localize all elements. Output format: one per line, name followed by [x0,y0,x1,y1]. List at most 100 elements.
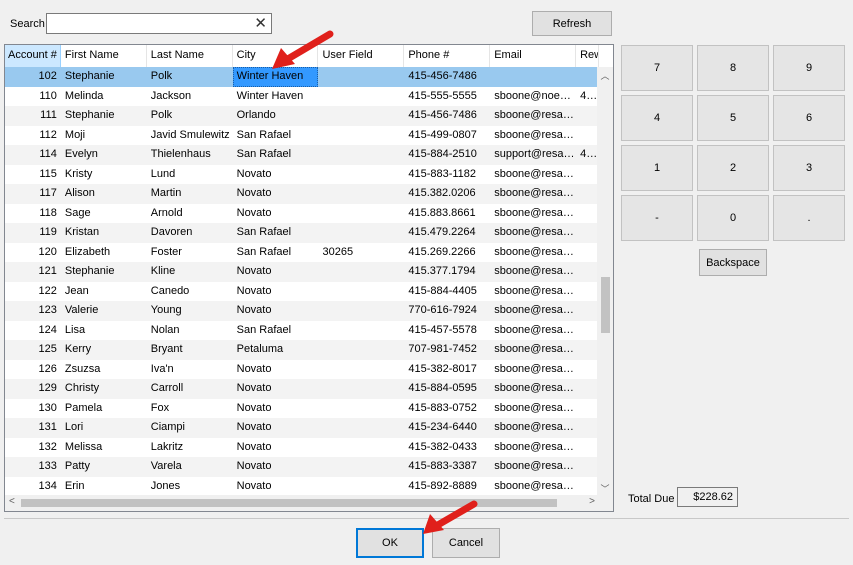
cell-account[interactable]: 123 [5,301,61,321]
cell-city[interactable]: Novato [233,457,319,477]
cell-city[interactable]: Novato [233,360,319,380]
cell-account[interactable]: 125 [5,340,61,360]
cell-reward[interactable] [576,223,599,243]
cell-user-field[interactable] [318,379,404,399]
cell-account[interactable]: 134 [5,477,61,497]
column-header-last-name[interactable]: Last Name [146,45,233,67]
cell-city[interactable]: Novato [233,379,319,399]
cell-first-name[interactable]: Stephanie [61,106,147,126]
cell-reward[interactable] [576,262,599,282]
table-row[interactable]: 121 Stephanie Kline Novato 415.377.1794 sboon… [5,262,599,282]
cell-user-field[interactable] [318,165,404,185]
cell-reward[interactable]: 4078 [576,87,599,107]
keypad-key-5[interactable]: 5 [697,95,769,141]
cell-account[interactable]: 112 [5,126,61,146]
cell-first-name[interactable]: Zsuzsa [61,360,147,380]
cell-reward[interactable] [576,67,599,87]
cell-account[interactable]: 122 [5,282,61,302]
cell-email[interactable]: sboone@resale... [490,321,576,341]
cell-last-name[interactable]: Lakritz [147,438,233,458]
cell-email[interactable]: sboone@resale... [490,418,576,438]
cell-account[interactable]: 118 [5,204,61,224]
cell-city[interactable]: Novato [233,262,319,282]
cell-account[interactable]: 102 [5,67,61,87]
cell-city[interactable]: San Rafael [233,126,319,146]
search-input[interactable] [47,14,247,33]
cell-last-name[interactable]: Iva'n [147,360,233,380]
cell-account[interactable]: 114 [5,145,61,165]
cell-first-name[interactable]: Alison [61,184,147,204]
cell-last-name[interactable]: Ciampi [147,418,233,438]
table-row[interactable]: 120 Elizabeth Foster San Rafael 30265 415.269… [5,243,599,263]
table-row[interactable]: 126 Zsuzsa Iva'n Novato 415-382-8017 sboone@r… [5,360,599,380]
cell-first-name[interactable]: Jean [61,282,147,302]
cell-user-field[interactable] [318,340,404,360]
ok-button[interactable]: OK [356,528,424,558]
cell-city[interactable]: Novato [233,418,319,438]
cell-email[interactable]: sboone@resale... [490,204,576,224]
cell-reward[interactable] [576,379,599,399]
cell-reward[interactable] [576,126,599,146]
cell-phone[interactable]: 415-456-7486 [404,106,490,126]
keypad-key-9[interactable]: 9 [773,45,845,91]
cell-phone[interactable]: 415.883.8661 [404,204,490,224]
cell-last-name[interactable]: Young [147,301,233,321]
cell-last-name[interactable]: Davoren [147,223,233,243]
table-row[interactable]: 119 Kristan Davoren San Rafael 415.479.2264 s… [5,223,599,243]
column-header-email[interactable]: Email [490,45,577,67]
cell-first-name[interactable]: Christy [61,379,147,399]
cell-phone[interactable]: 415.479.2264 [404,223,490,243]
cell-email[interactable]: sboone@resale... [490,360,576,380]
cell-email[interactable]: sboone@resale... [490,457,576,477]
cell-last-name[interactable]: Kline [147,262,233,282]
keypad-key-1[interactable]: 1 [621,145,693,191]
cell-last-name[interactable]: Polk [147,106,233,126]
cell-account[interactable]: 133 [5,457,61,477]
scroll-up-icon[interactable]: ︿ [597,69,613,82]
scroll-left-icon[interactable]: < [9,496,15,507]
cell-user-field[interactable] [318,262,404,282]
cell-phone[interactable]: 415.382.0206 [404,184,490,204]
cell-last-name[interactable]: Javid Smulewitz [147,126,233,146]
cell-city[interactable]: Novato [233,399,319,419]
cell-reward[interactable] [576,340,599,360]
cell-email[interactable] [490,67,576,87]
cell-phone[interactable]: 415-456-7486 [404,67,490,87]
cell-reward[interactable] [576,360,599,380]
scroll-right-icon[interactable]: > [589,496,595,507]
table-row[interactable]: 134 Erin Jones Novato 415-892-8889 sboone@res… [5,477,599,497]
cell-first-name[interactable]: Pamela [61,399,147,419]
cell-account[interactable]: 117 [5,184,61,204]
cell-last-name[interactable]: Lund [147,165,233,185]
customer-grid[interactable]: Account # First Name Last Name City User Fie… [4,44,614,512]
keypad-key-0[interactable]: 0 [697,195,769,241]
scroll-down-icon[interactable]: ﹀ [597,482,613,495]
cell-phone[interactable]: 415-499-0807 [404,126,490,146]
table-row[interactable]: 117 Alison Martin Novato 415.382.0206 sboone@… [5,184,599,204]
cell-city[interactable]: Novato [233,477,319,497]
cell-reward[interactable] [576,438,599,458]
cell-account[interactable]: 129 [5,379,61,399]
cell-user-field[interactable]: 30265 [318,243,404,263]
keypad-key-decimal[interactable]: . [773,195,845,241]
cell-user-field[interactable] [318,87,404,107]
cell-email[interactable]: sboone@resale... [490,340,576,360]
cell-first-name[interactable]: Stephanie [61,67,147,87]
cell-reward[interactable] [576,165,599,185]
cell-phone[interactable]: 415-382-0433 [404,438,490,458]
cell-reward[interactable] [576,204,599,224]
cell-first-name[interactable]: Kristan [61,223,147,243]
keypad-key-minus[interactable]: - [621,195,693,241]
cell-user-field[interactable] [318,399,404,419]
table-row[interactable]: 123 Valerie Young Novato 770-616-7924 sboone@… [5,301,599,321]
cell-user-field[interactable] [318,282,404,302]
cell-city[interactable]: Novato [233,282,319,302]
table-row[interactable]: 122 Jean Canedo Novato 415-884-4405 sboone@re… [5,282,599,302]
cell-last-name[interactable]: Canedo [147,282,233,302]
cell-email[interactable]: sboone@resale... [490,477,576,497]
cell-user-field[interactable] [318,204,404,224]
cell-reward[interactable] [576,243,599,263]
cell-email[interactable]: sboone@resale... [490,379,576,399]
cell-first-name[interactable]: Sage [61,204,147,224]
cell-first-name[interactable]: Kerry [61,340,147,360]
